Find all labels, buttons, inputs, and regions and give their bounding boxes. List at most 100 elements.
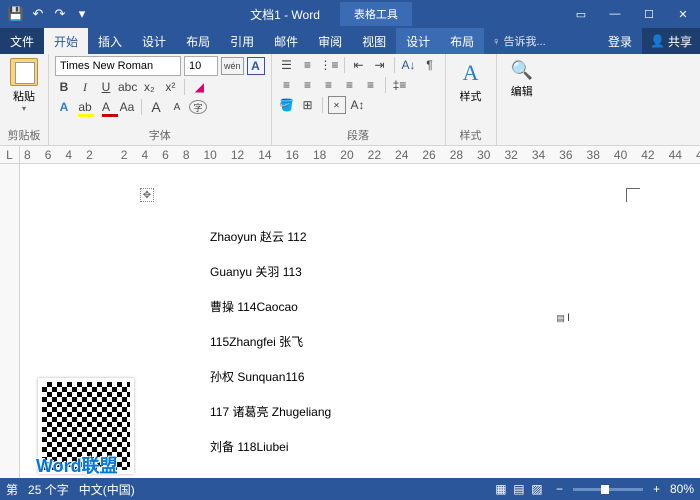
underline-button[interactable]: U	[97, 78, 115, 96]
minimize-icon[interactable]: —	[598, 0, 632, 28]
watermark-text: Word联盟	[36, 452, 118, 478]
vertical-ruler[interactable]	[0, 164, 20, 478]
tab-review[interactable]: 审阅	[308, 28, 352, 54]
ruler-mark: 10	[204, 148, 217, 162]
maximize-icon[interactable]: ☐	[632, 0, 666, 28]
tab-file[interactable]: 文件	[0, 28, 44, 54]
editing-button[interactable]: 🔍 编辑	[503, 56, 541, 141]
view-buttons[interactable]: ▦▤▨	[492, 482, 546, 496]
increase-indent-button[interactable]: ⇥	[371, 56, 389, 74]
qat-more-icon[interactable]: ▾	[72, 4, 92, 24]
tell-me[interactable]: ♀ 告诉我...	[484, 28, 598, 54]
show-marks-button[interactable]: ¶	[421, 56, 439, 74]
font-color-button[interactable]: A	[97, 98, 115, 116]
quick-access-toolbar: 💾 ↶ ↷ ▾	[0, 4, 98, 24]
ribbon: 粘贴 ▾ 剪贴板 Times New Roman 10 wén A B I U …	[0, 54, 700, 146]
tab-view[interactable]: 视图	[352, 28, 396, 54]
multilevel-button[interactable]: ⋮≡	[320, 56, 339, 74]
share-button[interactable]: 👤共享	[642, 28, 700, 54]
borders-button[interactable]: ⊞	[299, 96, 317, 114]
document-line[interactable]: Zhaoyun 赵云 112	[210, 228, 700, 245]
document-line[interactable]: 孙权 Sunquan116	[210, 368, 700, 385]
save-icon[interactable]: 💾	[6, 4, 26, 24]
ruler-mark: 2	[86, 148, 93, 162]
enclose-char-button[interactable]: 字	[189, 100, 207, 114]
ribbon-options-icon[interactable]: ▭	[564, 0, 598, 28]
superscript-button[interactable]: x²	[161, 78, 179, 96]
decrease-indent-button[interactable]: ⇤	[350, 56, 368, 74]
tab-references[interactable]: 引用	[220, 28, 264, 54]
document-line[interactable]: 115Zhangfei 张飞	[210, 333, 700, 350]
font-family-combo[interactable]: Times New Roman	[55, 56, 181, 76]
redo-icon[interactable]: ↷	[50, 4, 70, 24]
ruler-mark: 6	[45, 148, 52, 162]
numbering-button[interactable]: ≡	[299, 56, 317, 74]
contextual-tab-title: 表格工具	[340, 2, 412, 26]
horizontal-ruler[interactable]: L 86422468101214161820222426283032343638…	[0, 146, 700, 164]
align-right-button[interactable]: ≡	[320, 76, 338, 94]
status-wordcount[interactable]: 25 个字	[28, 481, 69, 498]
distribute-button[interactable]: ≡	[362, 76, 380, 94]
document-content[interactable]: Zhaoyun 赵云 112 Guanyu 关羽 113 曹操 114Caocao 1…	[210, 228, 700, 455]
styles-button[interactable]: A 样式	[452, 56, 490, 125]
char-shading-button[interactable]: Aa	[118, 98, 136, 116]
highlight-button[interactable]: ab	[76, 98, 94, 116]
tab-layout[interactable]: 布局	[176, 28, 220, 54]
document-line[interactable]: Guanyu 关羽 113	[210, 263, 700, 280]
paste-button[interactable]: 粘贴 ▾	[6, 56, 42, 115]
bold-button[interactable]: B	[55, 78, 73, 96]
zoom-out-button[interactable]: −	[556, 482, 563, 496]
title-bar: 💾 ↶ ↷ ▾ 文档1 - Word 表格工具 ▭ — ☐ ✕	[0, 0, 700, 28]
ruler-mark: 32	[504, 148, 517, 162]
status-page[interactable]: 第	[6, 481, 18, 498]
subscript-button[interactable]: x₂	[140, 78, 158, 96]
align-center-button[interactable]: ≡	[299, 76, 317, 94]
print-layout-icon[interactable]: ▤	[510, 482, 528, 496]
sort-button[interactable]: A↓	[400, 56, 418, 74]
tab-home[interactable]: 开始	[44, 28, 88, 54]
line-spacing-button[interactable]: ‡≡	[391, 76, 409, 94]
strike-button[interactable]: abc	[118, 78, 137, 96]
tab-insert[interactable]: 插入	[88, 28, 132, 54]
pinyin-guide-button[interactable]: wén	[221, 57, 244, 75]
bullets-button[interactable]: ☰	[278, 56, 296, 74]
table-resize-handle[interactable]	[626, 188, 640, 202]
page[interactable]: ✥ Zhaoyun 赵云 112 Guanyu 关羽 113 曹操 114Caoca…	[20, 164, 700, 478]
document-line[interactable]: 117 诸葛亮 Zhugeliang	[210, 403, 700, 420]
align-left-button[interactable]: ≡	[278, 76, 296, 94]
grow-font-button[interactable]: A	[147, 98, 165, 116]
italic-button[interactable]: I	[76, 78, 94, 96]
zoom-slider[interactable]	[573, 488, 643, 491]
font-size-combo[interactable]: 10	[184, 56, 218, 76]
ruler-mark: 44	[669, 148, 682, 162]
document-area: ✥ Zhaoyun 赵云 112 Guanyu 关羽 113 曹操 114Caoca…	[0, 164, 700, 478]
tab-mail[interactable]: 邮件	[264, 28, 308, 54]
clear-format-button[interactable]: ◢	[190, 78, 208, 96]
zoom-in-button[interactable]: +	[653, 482, 660, 496]
snap-grid-button[interactable]: ✕	[328, 96, 346, 114]
status-language[interactable]: 中文(中国)	[79, 481, 135, 498]
text-effects-button[interactable]: A	[55, 98, 73, 116]
undo-icon[interactable]: ↶	[28, 4, 48, 24]
read-mode-icon[interactable]: ▦	[492, 482, 510, 496]
char-border-button[interactable]: A	[247, 57, 265, 75]
table-anchor-icon[interactable]: ✥	[140, 188, 154, 202]
ruler-mark: 26	[422, 148, 435, 162]
ruler-mark: 4	[65, 148, 72, 162]
tab-table-design[interactable]: 设计	[396, 28, 440, 54]
tab-design[interactable]: 设计	[132, 28, 176, 54]
document-line[interactable]: 曹操 114Caocao	[210, 298, 700, 315]
zoom-level[interactable]: 80%	[670, 482, 694, 496]
shading-button[interactable]: 🪣	[278, 96, 296, 114]
document-line[interactable]: 刘备 118Liubei	[210, 438, 700, 455]
ruler-mark: 2	[121, 148, 128, 162]
login-link[interactable]: 登录	[598, 28, 642, 54]
justify-button[interactable]: ≡	[341, 76, 359, 94]
web-layout-icon[interactable]: ▨	[528, 482, 546, 496]
tab-table-layout[interactable]: 布局	[440, 28, 484, 54]
shrink-font-button[interactable]: A	[168, 98, 186, 116]
asian-layout-button[interactable]: A↕	[349, 96, 367, 114]
styles-icon: A	[463, 60, 479, 86]
close-icon[interactable]: ✕	[666, 0, 700, 28]
group-label-styles: 样式	[452, 125, 490, 145]
